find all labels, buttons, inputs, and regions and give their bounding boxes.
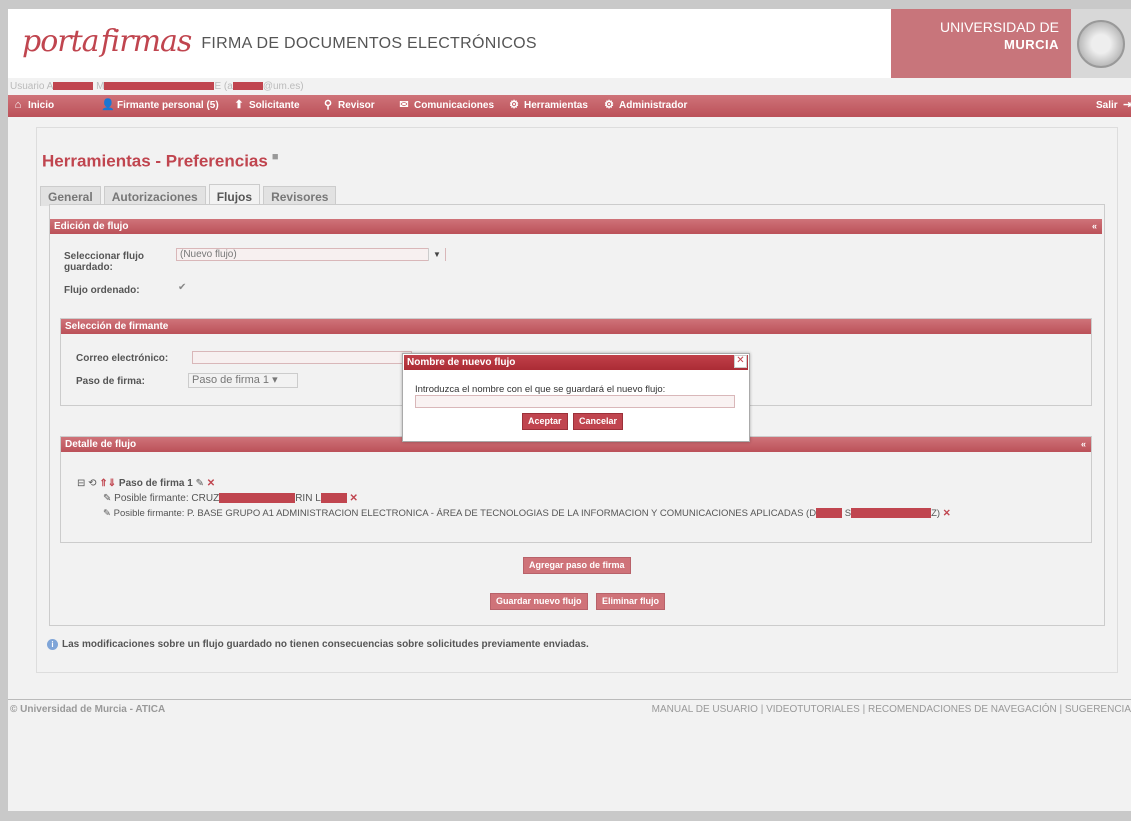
gears-icon: ⚙ — [604, 99, 614, 111]
select-flow-label: Seleccionar flujo guardado: — [64, 251, 145, 273]
university-banner: UNIVERSIDAD DE MURCIA — [891, 9, 1071, 78]
move-down-icon[interactable]: ⇓ — [108, 478, 116, 489]
new-flow-dialog: Nombre de nuevo flujo ✕ Introduzca el no… — [402, 353, 750, 442]
user-icon: 👤 — [101, 99, 115, 111]
home-icon: ⌂ — [14, 99, 22, 111]
move-up-icon[interactable]: ⇑ — [99, 478, 107, 489]
gear-icon: ⚙ — [509, 99, 519, 111]
save-flow-button[interactable]: Guardar nuevo flujo — [490, 593, 588, 610]
delete-flow-button[interactable]: Eliminar flujo — [596, 593, 666, 610]
email-input[interactable] — [192, 351, 412, 364]
detalle-box: Detalle de flujo « ⊟ ⟲ ⇑⇓ Paso de firma 1… — [60, 436, 1092, 543]
footer-links[interactable]: MANUAL DE USUARIO | VIDEOTUTORIALES | RE… — [652, 700, 1131, 720]
step-label: Paso de firma 1 — [118, 478, 193, 489]
comment-icon[interactable]: ■ — [272, 151, 279, 163]
nav-inicio[interactable]: ⌂ Inicio — [12, 99, 54, 111]
edicion-header[interactable]: Edición de flujo « — [50, 219, 1102, 234]
university-line2: MURCIA — [1004, 37, 1059, 52]
dialog-prompt: Introduzca el nombre con el que se guard… — [415, 384, 666, 395]
tab-bar: General Autorizaciones Flujos Revisores — [40, 184, 337, 206]
logo-text-porta: porta — [22, 23, 100, 59]
info-note: i Las modificaciones sobre un flujo guard… — [47, 639, 589, 650]
logout-icon: ⇥ — [1123, 99, 1131, 111]
signer-row-1: ✎ Posible firmante: CRUZ RIN L ✕ — [103, 493, 358, 504]
paso-label: Paso de firma: — [76, 376, 145, 387]
collapse-icon[interactable]: « — [1092, 219, 1097, 234]
accept-button[interactable]: Aceptar — [522, 413, 568, 430]
step-row: ⊟ ⟲ ⇑⇓ Paso de firma 1 ✎ ✕ — [77, 478, 215, 489]
envelope-icon: ✉ — [399, 99, 409, 111]
add-step-button[interactable]: Agregar paso de firma — [523, 557, 631, 574]
footer-copyright: © Universidad de Murcia - ATICA — [10, 704, 166, 715]
chevron-down-icon: ▼ — [428, 248, 445, 261]
nav-comunicaciones[interactable]: ✉ Comunicaciones — [398, 99, 494, 111]
tab-flujos[interactable]: Flujos — [208, 184, 261, 206]
info-icon: i — [47, 639, 58, 650]
nav-firmante[interactable]: 👤 Firmante personal (5) — [101, 99, 219, 111]
tab-autorizaciones[interactable]: Autorizaciones — [103, 186, 206, 206]
tab-revisores[interactable]: Revisores — [263, 186, 337, 206]
signer-row-2: ✎ Posible firmante: P. BASE GRUPO A1 ADM… — [103, 508, 951, 519]
paso-select[interactable]: Paso de firma 1 ▾ — [188, 373, 298, 388]
header: porta firmas FIRMA DE DOCUMENTOS ELECTRÓ… — [8, 9, 1131, 78]
cancel-button[interactable]: Cancelar — [573, 413, 624, 430]
nav-salir[interactable]: Salir ⇥ — [1096, 99, 1131, 111]
seleccion-header: Selección de firmante — [61, 319, 1091, 334]
university-seal-logo — [1071, 9, 1131, 78]
nav-herramientas[interactable]: ⚙ Herramientas — [508, 99, 588, 111]
portafirmas-logo[interactable]: porta firmas FIRMA DE DOCUMENTOS ELECTRÓ… — [22, 21, 537, 61]
collapse-icon[interactable]: « — [1081, 437, 1086, 452]
user-info: Usuario A ME (a @um.es) — [8, 78, 1131, 95]
ordered-flow-label: Flujo ordenado: — [64, 285, 140, 296]
app-subtitle: FIRMA DE DOCUMENTOS ELECTRÓNICOS — [201, 35, 537, 52]
main-nav: ⌂ Inicio 👤 Firmante personal (5) ⬆ Solicita… — [8, 95, 1131, 117]
saved-flow-select[interactable]: (Nuevo flujo) ▼ — [176, 248, 446, 261]
refresh-icon[interactable]: ⟲ — [88, 478, 96, 489]
search-icon: ⚲ — [323, 99, 333, 111]
nav-solicitante[interactable]: ⬆ Solicitante — [233, 99, 299, 111]
delete-step-icon[interactable]: ✕ — [207, 478, 215, 489]
arrow-up-icon: ⬆ — [234, 99, 244, 111]
nav-administrador[interactable]: ⚙ Administrador — [603, 99, 687, 111]
dialog-title: Nombre de nuevo flujo — [404, 355, 748, 370]
flow-name-input[interactable] — [415, 395, 735, 408]
pencil-icon: ✎ — [103, 493, 112, 504]
delete-signer-icon[interactable]: ✕ — [943, 508, 951, 519]
close-icon[interactable]: ✕ — [734, 355, 747, 368]
university-line1: UNIVERSIDAD DE — [939, 19, 1059, 35]
page-title: Herramientas - Preferencias ■ — [42, 151, 279, 171]
tab-general[interactable]: General — [40, 186, 101, 206]
pencil-icon: ✎ — [103, 508, 111, 519]
edit-icon[interactable]: ✎ — [196, 478, 204, 489]
email-label: Correo electrónico: — [76, 353, 169, 364]
nav-revisor[interactable]: ⚲ Revisor — [322, 99, 375, 111]
expand-icon[interactable]: ⊟ — [77, 478, 85, 489]
delete-signer-icon[interactable]: ✕ — [350, 493, 358, 504]
logo-text-firmas: firmas — [100, 23, 193, 59]
footer: © Universidad de Murcia - ATICA MANUAL D… — [8, 699, 1131, 720]
ordered-flow-checkbox[interactable]: ✔ — [178, 282, 186, 293]
